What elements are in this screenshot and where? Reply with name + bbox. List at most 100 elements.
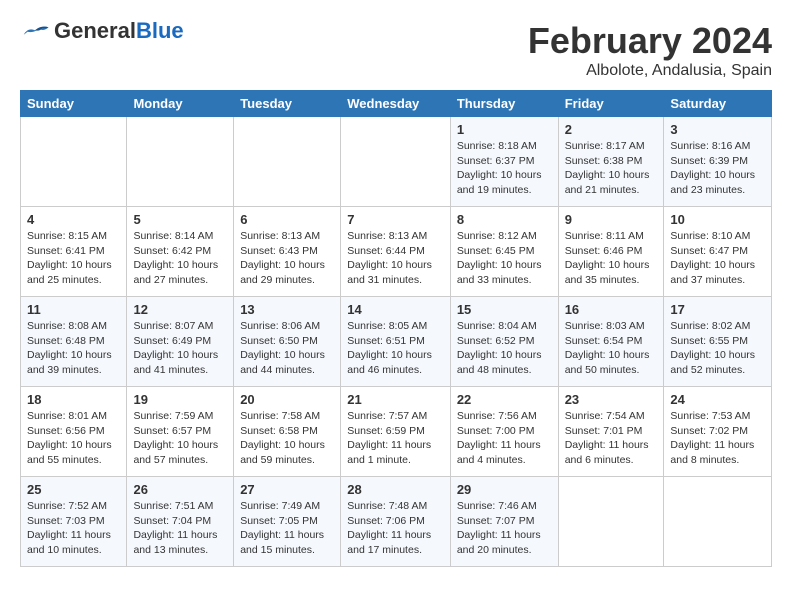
day-info: Sunrise: 8:11 AM Sunset: 6:46 PM Dayligh… — [565, 229, 658, 288]
day-number: 19 — [133, 392, 227, 407]
calendar-cell: 26 Sunrise: 7:51 AM Sunset: 7:04 PM Dayli… — [127, 477, 234, 567]
day-number: 23 — [565, 392, 658, 407]
calendar-week-1: 1 Sunrise: 8:18 AM Sunset: 6:37 PM Daylig… — [21, 117, 772, 207]
calendar-cell: 21 Sunrise: 7:57 AM Sunset: 6:59 PM Dayli… — [341, 387, 451, 477]
calendar-cell: 13Sunrise: 8:06 AM Sunset: 6:50 PM Dayli… — [234, 297, 341, 387]
day-info: Sunrise: 8:16 AM Sunset: 6:39 PM Dayligh… — [670, 139, 765, 198]
day-number: 1 — [457, 122, 552, 137]
calendar-cell: 29 Sunrise: 7:46 AM Sunset: 7:07 PM Dayli… — [450, 477, 558, 567]
day-info: Sunrise: 8:03 AM Sunset: 6:54 PM Dayligh… — [565, 319, 658, 378]
calendar-body: 1 Sunrise: 8:18 AM Sunset: 6:37 PM Daylig… — [21, 117, 772, 567]
calendar-cell: 4 Sunrise: 8:15 AM Sunset: 6:41 PM Daylig… — [21, 207, 127, 297]
calendar-cell — [21, 117, 127, 207]
calendar-cell: 5 Sunrise: 8:14 AM Sunset: 6:42 PM Daylig… — [127, 207, 234, 297]
day-number: 10 — [670, 212, 765, 227]
calendar-cell: 3Sunrise: 8:16 AM Sunset: 6:39 PM Daylig… — [664, 117, 772, 207]
logo: GeneralBlue — [20, 20, 184, 43]
day-info: Sunrise: 8:14 AM Sunset: 6:42 PM Dayligh… — [133, 229, 227, 288]
calendar-cell: 22 Sunrise: 7:56 AM Sunset: 7:00 PM Dayli… — [450, 387, 558, 477]
day-number: 6 — [240, 212, 334, 227]
day-info: Sunrise: 7:53 AM Sunset: 7:02 PM Dayligh… — [670, 409, 765, 468]
day-number: 28 — [347, 482, 444, 497]
day-number: 12 — [133, 302, 227, 317]
calendar-cell: 8 Sunrise: 8:12 AM Sunset: 6:45 PM Daylig… — [450, 207, 558, 297]
day-number: 22 — [457, 392, 552, 407]
day-number: 24 — [670, 392, 765, 407]
header-row: SundayMondayTuesdayWednesdayThursdayFrid… — [21, 91, 772, 117]
header-cell-wednesday: Wednesday — [341, 91, 451, 117]
header-cell-friday: Friday — [558, 91, 664, 117]
day-number: 16 — [565, 302, 658, 317]
calendar-cell: 19 Sunrise: 7:59 AM Sunset: 6:57 PM Dayli… — [127, 387, 234, 477]
day-info: Sunrise: 7:57 AM Sunset: 6:59 PM Dayligh… — [347, 409, 444, 468]
day-info: Sunrise: 7:49 AM Sunset: 7:05 PM Dayligh… — [240, 499, 334, 558]
day-info: Sunrise: 7:54 AM Sunset: 7:01 PM Dayligh… — [565, 409, 658, 468]
calendar-cell: 27 Sunrise: 7:49 AM Sunset: 7:05 PM Dayli… — [234, 477, 341, 567]
day-number: 11 — [27, 302, 120, 317]
calendar-header: SundayMondayTuesdayWednesdayThursdayFrid… — [21, 91, 772, 117]
calendar-week-3: 11 Sunrise: 8:08 AM Sunset: 6:48 PM Dayli… — [21, 297, 772, 387]
calendar-cell: 25 Sunrise: 7:52 AM Sunset: 7:03 PM Dayli… — [21, 477, 127, 567]
day-info: Sunrise: 8:13 AM Sunset: 6:43 PM Dayligh… — [240, 229, 334, 288]
day-info: Sunrise: 8:05 AM Sunset: 6:51 PM Dayligh… — [347, 319, 444, 378]
day-info: Sunrise: 7:56 AM Sunset: 7:00 PM Dayligh… — [457, 409, 552, 468]
calendar-cell: 23 Sunrise: 7:54 AM Sunset: 7:01 PM Dayli… — [558, 387, 664, 477]
calendar-week-4: 18 Sunrise: 8:01 AM Sunset: 6:56 PM Dayli… — [21, 387, 772, 477]
calendar-cell: 17Sunrise: 8:02 AM Sunset: 6:55 PM Dayli… — [664, 297, 772, 387]
day-number: 4 — [27, 212, 120, 227]
day-number: 5 — [133, 212, 227, 227]
header: GeneralBlue February 2024 Albolote, Anda… — [20, 20, 772, 80]
day-number: 15 — [457, 302, 552, 317]
day-info: Sunrise: 7:48 AM Sunset: 7:06 PM Dayligh… — [347, 499, 444, 558]
day-number: 7 — [347, 212, 444, 227]
day-info: Sunrise: 8:13 AM Sunset: 6:44 PM Dayligh… — [347, 229, 444, 288]
day-info: Sunrise: 8:15 AM Sunset: 6:41 PM Dayligh… — [27, 229, 120, 288]
calendar-cell — [664, 477, 772, 567]
calendar-cell: 9 Sunrise: 8:11 AM Sunset: 6:46 PM Daylig… — [558, 207, 664, 297]
calendar-cell: 20Sunrise: 7:58 AM Sunset: 6:58 PM Dayli… — [234, 387, 341, 477]
day-number: 17 — [670, 302, 765, 317]
day-number: 26 — [133, 482, 227, 497]
day-number: 29 — [457, 482, 552, 497]
day-info: Sunrise: 8:01 AM Sunset: 6:56 PM Dayligh… — [27, 409, 120, 468]
calendar-cell: 18 Sunrise: 8:01 AM Sunset: 6:56 PM Dayli… — [21, 387, 127, 477]
day-number: 21 — [347, 392, 444, 407]
day-info: Sunrise: 8:17 AM Sunset: 6:38 PM Dayligh… — [565, 139, 658, 198]
header-cell-thursday: Thursday — [450, 91, 558, 117]
day-number: 2 — [565, 122, 658, 137]
day-number: 25 — [27, 482, 120, 497]
day-info: Sunrise: 8:18 AM Sunset: 6:37 PM Dayligh… — [457, 139, 552, 198]
calendar-cell: 7 Sunrise: 8:13 AM Sunset: 6:44 PM Daylig… — [341, 207, 451, 297]
calendar-cell: 11 Sunrise: 8:08 AM Sunset: 6:48 PM Dayli… — [21, 297, 127, 387]
day-info: Sunrise: 8:12 AM Sunset: 6:45 PM Dayligh… — [457, 229, 552, 288]
day-number: 9 — [565, 212, 658, 227]
day-number: 13 — [240, 302, 334, 317]
calendar-week-5: 25 Sunrise: 7:52 AM Sunset: 7:03 PM Dayli… — [21, 477, 772, 567]
header-cell-sunday: Sunday — [21, 91, 127, 117]
day-number: 8 — [457, 212, 552, 227]
day-info: Sunrise: 8:08 AM Sunset: 6:48 PM Dayligh… — [27, 319, 120, 378]
calendar-cell — [558, 477, 664, 567]
header-cell-saturday: Saturday — [664, 91, 772, 117]
day-info: Sunrise: 7:58 AM Sunset: 6:58 PM Dayligh… — [240, 409, 334, 468]
logo-text: GeneralBlue — [54, 18, 184, 43]
day-info: Sunrise: 8:04 AM Sunset: 6:52 PM Dayligh… — [457, 319, 552, 378]
calendar-title: February 2024 — [528, 20, 772, 62]
day-info: Sunrise: 7:51 AM Sunset: 7:04 PM Dayligh… — [133, 499, 227, 558]
calendar-table: SundayMondayTuesdayWednesdayThursdayFrid… — [20, 90, 772, 567]
day-info: Sunrise: 7:52 AM Sunset: 7:03 PM Dayligh… — [27, 499, 120, 558]
calendar-cell: 28 Sunrise: 7:48 AM Sunset: 7:06 PM Dayli… — [341, 477, 451, 567]
header-cell-monday: Monday — [127, 91, 234, 117]
calendar-cell — [234, 117, 341, 207]
day-number: 18 — [27, 392, 120, 407]
day-info: Sunrise: 7:59 AM Sunset: 6:57 PM Dayligh… — [133, 409, 227, 468]
day-number: 27 — [240, 482, 334, 497]
calendar-cell: 16 Sunrise: 8:03 AM Sunset: 6:54 PM Dayli… — [558, 297, 664, 387]
day-info: Sunrise: 8:10 AM Sunset: 6:47 PM Dayligh… — [670, 229, 765, 288]
calendar-cell: 24 Sunrise: 7:53 AM Sunset: 7:02 PM Dayli… — [664, 387, 772, 477]
calendar-cell — [341, 117, 451, 207]
day-info: Sunrise: 8:07 AM Sunset: 6:49 PM Dayligh… — [133, 319, 227, 378]
calendar-cell: 14Sunrise: 8:05 AM Sunset: 6:51 PM Dayli… — [341, 297, 451, 387]
day-info: Sunrise: 7:46 AM Sunset: 7:07 PM Dayligh… — [457, 499, 552, 558]
calendar-subtitle: Albolote, Andalusia, Spain — [528, 62, 772, 80]
